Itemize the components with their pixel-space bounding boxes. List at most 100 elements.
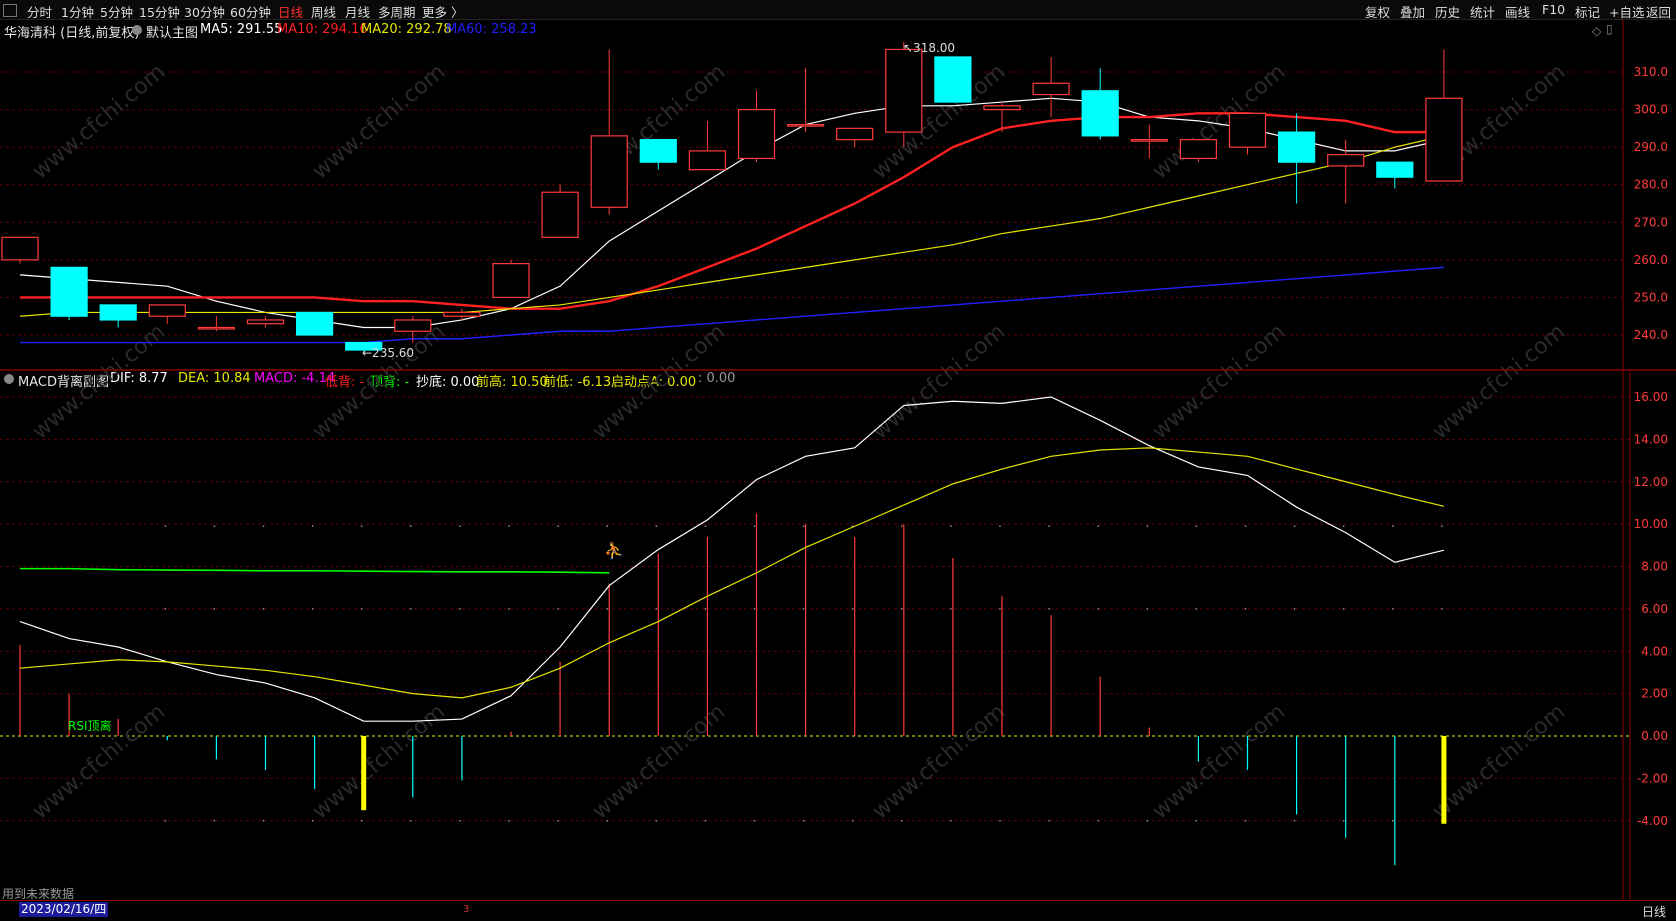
guide-dot: [164, 525, 167, 527]
candle-body: [394, 319, 432, 332]
watermark-text: www.cfchi.com: [308, 59, 450, 184]
candle-body: [1081, 90, 1119, 137]
guide-dot: [655, 608, 658, 610]
candle-body: [1277, 131, 1316, 163]
guide-dot: [999, 525, 1001, 527]
guide-dot: [1441, 608, 1443, 610]
guide-dot: [508, 525, 510, 527]
candle-body: [492, 263, 530, 299]
guide-dot: [802, 525, 805, 527]
guide-dot: [950, 525, 952, 527]
guide-dot: [557, 819, 559, 822]
ma-line-ma20: [19, 135, 1445, 317]
guide-dot: [1293, 525, 1296, 527]
low-label: ←235.60: [362, 346, 414, 360]
guide-dot: [1392, 608, 1394, 610]
guide-dot: [1392, 525, 1394, 527]
candle-body: [1, 236, 39, 261]
status-bar: [0, 900, 1676, 921]
y-axis-labels: 240.0 250.0 260.0 270.0 280.0 290.0 300.0 310.0…: [1634, 65, 1668, 828]
guide-dot: [410, 525, 412, 527]
chart-canvas[interactable]: www.cfchi.com www.cfchi.com www.cfchi.com w…: [0, 0, 1676, 900]
guide-dot: [262, 525, 265, 527]
guide-dot: [753, 819, 756, 822]
cursor-date: 2023/02/16/四: [19, 902, 109, 917]
main-y-tick-label: 310.0: [1634, 65, 1668, 79]
guide-dot: [1342, 525, 1345, 527]
guide-dot: [1195, 819, 1198, 822]
candle-body: [1032, 82, 1070, 96]
candle-body: [296, 311, 334, 336]
guide-dot: [1392, 819, 1394, 822]
guide-dot: [999, 819, 1001, 822]
guide-dot: [262, 608, 265, 610]
candle-body: [50, 266, 88, 317]
main-y-tick-label: 250.0: [1634, 290, 1668, 304]
candle-body: [590, 135, 628, 208]
guide-dot: [655, 819, 658, 822]
cursor-index: 3: [463, 904, 470, 915]
main-y-tick-label: 270.0: [1634, 215, 1668, 229]
candle-body: [737, 108, 776, 160]
watermark-text: www.cfchi.com: [868, 699, 1010, 824]
sub-y-tick-label: -4.00: [1637, 814, 1668, 828]
guide-dot: [557, 608, 559, 610]
watermark-text: www.cfchi.com: [1148, 59, 1290, 184]
dea-line: [19, 447, 1445, 699]
guide-dot: [1195, 525, 1198, 527]
guide-dot: [606, 525, 608, 527]
candle-body: [885, 48, 923, 133]
candle-body: [1179, 139, 1218, 160]
signal-person-icon: ⛹: [604, 541, 624, 560]
guide-dot: [213, 525, 216, 527]
guide-dot: [950, 608, 952, 610]
candle-body: [1130, 139, 1168, 142]
guide-dot: [164, 608, 167, 610]
guide-dot: [459, 525, 461, 527]
main-y-tick-label: 260.0: [1634, 253, 1668, 267]
guide-dot: [213, 608, 216, 610]
candle-body: [983, 105, 1021, 111]
sub-y-tick-label: 12.00: [1634, 475, 1668, 489]
guide-dot: [1146, 608, 1149, 610]
guide-dot: [1342, 608, 1345, 610]
main-y-tick-label: 240.0: [1634, 328, 1668, 342]
guide-dot: [1195, 608, 1198, 610]
candle-body: [836, 127, 874, 141]
guide-dot: [606, 608, 608, 610]
guide-dot: [802, 819, 805, 822]
guide-dot: [1097, 525, 1099, 527]
guide-dot: [655, 525, 658, 527]
candle-body: [786, 123, 825, 127]
guide-dot: [508, 608, 510, 610]
sub-y-tick-label: 0.00: [1641, 729, 1668, 743]
period-label[interactable]: 日线: [1642, 903, 1666, 920]
candle-body: [1376, 161, 1414, 178]
candle-body: [99, 304, 137, 321]
watermark-text: www.cfchi.com: [28, 59, 170, 184]
green-signal-line: [20, 567, 610, 574]
guide-dot: [311, 608, 314, 610]
candle-body: [688, 150, 727, 171]
guide-dot: [360, 819, 363, 822]
candle-body: [1327, 154, 1365, 167]
guide-dot: [1097, 819, 1099, 822]
guide-dot: [704, 608, 707, 610]
guide-dot: [802, 608, 805, 610]
sub-y-tick-label: 6.00: [1641, 602, 1668, 616]
guide-dot: [999, 608, 1001, 610]
guide-dot: [1293, 608, 1296, 610]
watermark-text: www.cfchi.com: [308, 699, 450, 824]
sub-y-tick-label: 10.00: [1634, 517, 1668, 531]
macd-highlight-bar: [361, 736, 367, 811]
main-y-tick-label: 280.0: [1634, 178, 1668, 192]
guide-dot: [1342, 819, 1345, 822]
guide-dot: [459, 608, 461, 610]
candle-body: [639, 139, 677, 163]
watermark-layer: www.cfchi.com www.cfchi.com www.cfchi.com w…: [28, 59, 1570, 824]
sub-y-tick-label: 2.00: [1641, 687, 1668, 701]
guide-dot: [1146, 819, 1149, 822]
guide-dot: [311, 525, 314, 527]
candle-body: [443, 311, 481, 317]
candle-body: [1425, 97, 1463, 182]
